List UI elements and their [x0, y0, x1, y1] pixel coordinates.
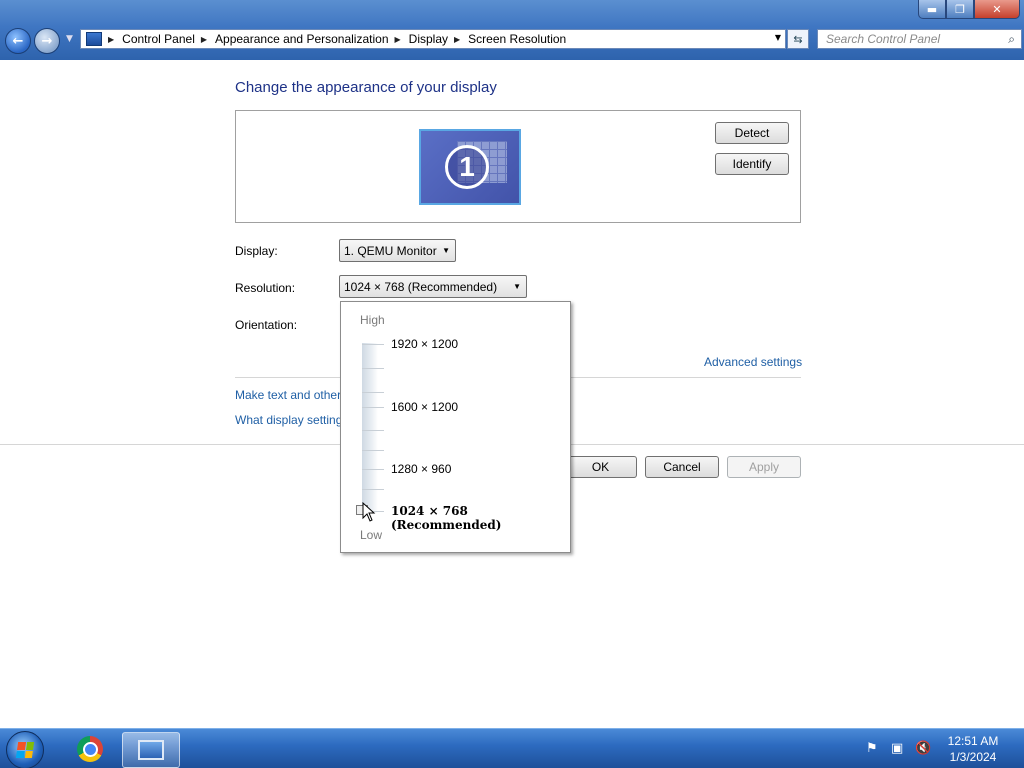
chevron-right-icon: ▶ — [454, 34, 461, 44]
taskbar-control-panel[interactable] — [122, 732, 180, 768]
search-icon[interactable]: ⌕ — [1008, 32, 1015, 47]
volume-muted-icon[interactable]: 🔇 — [915, 741, 931, 756]
taskbar-chrome[interactable] — [62, 732, 118, 766]
mouse-cursor-icon — [362, 502, 376, 522]
resolution-label: Resolution: — [235, 281, 296, 295]
slider-tick — [362, 430, 384, 431]
slider-low-label: Low — [360, 528, 383, 542]
search-placeholder: Search Control Panel — [826, 32, 941, 46]
resolution-select-value: 1024 × 768 (Recommended) — [344, 279, 498, 294]
cancel-button[interactable]: Cancel — [645, 456, 719, 478]
page-title: Change the appearance of your display — [235, 79, 497, 96]
slider-tick — [362, 469, 384, 470]
slider-tick — [362, 450, 384, 451]
chrome-icon — [77, 736, 103, 762]
breadcrumb: ▶ Screen Resolution — [454, 32, 566, 46]
close-button[interactable]: ✕ — [974, 0, 1020, 19]
maximize-button[interactable]: ❐ — [946, 0, 974, 19]
slider-high-label: High — [360, 313, 385, 327]
chevron-down-icon: ▼ — [513, 282, 521, 291]
breadcrumb-appearance[interactable]: Appearance and Personalization — [215, 32, 388, 46]
arrow-right-icon: → — [41, 33, 53, 49]
breadcrumb-control-panel[interactable]: Control Panel — [122, 32, 195, 46]
slider-tick — [362, 392, 384, 393]
forward-button[interactable]: → — [34, 28, 60, 54]
display-label: Display: — [235, 244, 278, 258]
window-controls: ▬ ❐ ✕ — [918, 0, 1020, 20]
display-settings-help-link[interactable]: What display setting — [235, 413, 342, 427]
monitor-icon[interactable]: 1 — [419, 129, 521, 205]
slider-tick — [362, 344, 384, 345]
chevron-down-icon: ▼ — [442, 246, 450, 255]
taskbar: ⚑ ▣ 🔇 12:51 AM 1/3/2024 — [0, 728, 1024, 768]
slider-tick — [362, 368, 384, 369]
orientation-label: Orientation: — [235, 318, 298, 332]
resolution-option[interactable]: 1600 × 1200 — [391, 400, 458, 414]
apply-button[interactable]: Apply — [727, 456, 801, 478]
resolution-option-selected[interactable]: 1024 × 768 (Recommended) — [391, 504, 570, 532]
slider-tick — [362, 407, 384, 408]
clock-time: 12:51 AM — [947, 734, 999, 748]
address-dropdown-icon[interactable]: ▼ — [775, 33, 781, 42]
display-select-value: 1. QEMU Monitor — [344, 243, 437, 258]
refresh-button[interactable]: ⇆ — [787, 29, 809, 49]
search-input[interactable]: Search Control Panel ⌕ — [817, 29, 1022, 49]
arrow-left-icon: ← — [12, 33, 24, 49]
control-panel-icon — [138, 740, 164, 760]
action-center-flag-icon[interactable]: ⚑ — [866, 741, 878, 756]
chevron-right-icon: ▶ — [394, 34, 401, 44]
taskbar-clock[interactable]: 12:51 AM 1/3/2024 — [935, 733, 1011, 765]
resolution-slider-popup: High 1920 × 1200 1600 × 1200 1280 × 960 … — [340, 301, 571, 553]
resolution-option[interactable]: 1280 × 960 — [391, 462, 451, 476]
resolution-option[interactable]: 1920 × 1200 — [391, 337, 458, 351]
window-top-bar: ▬ ❐ ✕ ← → ▼ ▶ Control Panel ▶ Appearance… — [0, 0, 1024, 60]
refresh-icon: ⇆ — [793, 32, 803, 46]
clock-date: 1/3/2024 — [949, 750, 997, 764]
advanced-settings-link[interactable]: Advanced settings — [704, 355, 802, 369]
history-dropdown-icon[interactable]: ▼ — [66, 34, 73, 44]
breadcrumb-display[interactable]: Display — [409, 32, 448, 46]
breadcrumb: ▶ Display — [395, 32, 449, 46]
windows-logo-icon — [15, 742, 35, 758]
breadcrumb-screen-resolution[interactable]: Screen Resolution — [468, 32, 566, 46]
monitor-number: 1 — [445, 145, 489, 189]
start-button[interactable] — [6, 731, 44, 768]
breadcrumb: ▶ Appearance and Personalization — [201, 32, 389, 46]
slider-tick — [362, 489, 384, 490]
breadcrumb: ▶ Control Panel — [108, 32, 195, 46]
back-button[interactable]: ← — [5, 28, 31, 54]
chevron-right-icon: ▶ — [108, 34, 115, 44]
identify-button[interactable]: Identify — [715, 153, 789, 175]
resolution-select[interactable]: 1024 × 768 (Recommended) ▼ — [339, 275, 527, 298]
control-panel-icon — [86, 32, 102, 46]
display-select[interactable]: 1. QEMU Monitor ▼ — [339, 239, 456, 262]
minimize-button[interactable]: ▬ — [918, 0, 946, 19]
text-size-link[interactable]: Make text and other — [235, 388, 341, 402]
address-bar[interactable]: ▶ Control Panel ▶ Appearance and Persona… — [80, 29, 786, 49]
detect-button[interactable]: Detect — [715, 122, 789, 144]
network-icon[interactable]: ▣ — [891, 741, 903, 756]
chevron-right-icon: ▶ — [200, 34, 208, 44]
ok-button[interactable]: OK — [564, 456, 637, 478]
